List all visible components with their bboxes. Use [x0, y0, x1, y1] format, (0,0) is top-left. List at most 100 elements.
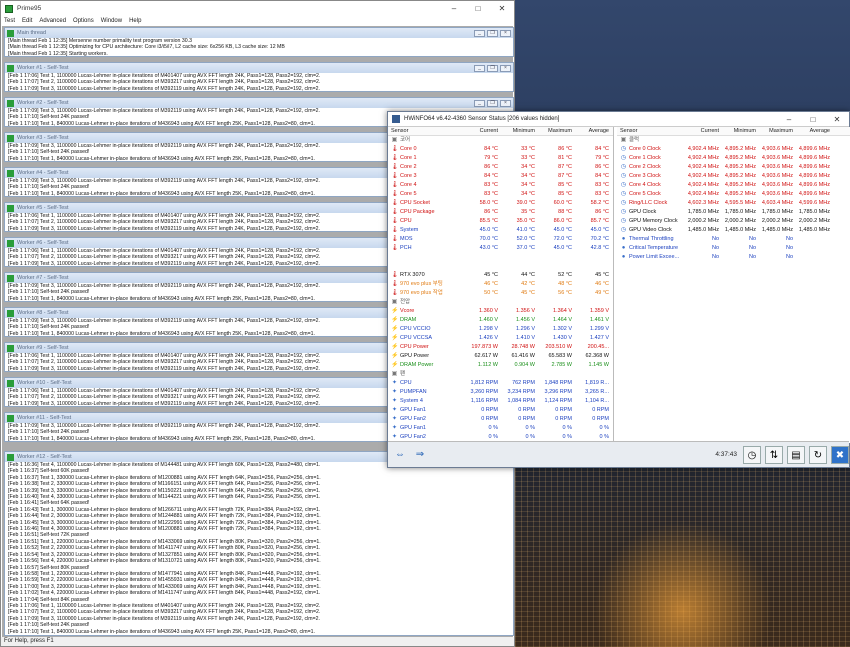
sensor-row[interactable]: 🌡 CPU Socket 58.0 °C 39.0 °C 60.0 °C 58.2 °C — [388, 199, 613, 208]
clock-icon[interactable]: ◷ — [743, 445, 761, 464]
sensor-row[interactable]: 🌡 970 evo plus 부팅 46 °C 42 °C 48 °C 46 °C — [388, 280, 613, 289]
minimize-button[interactable]: – — [442, 1, 466, 16]
close-button[interactable]: × — [500, 64, 511, 72]
menu-test[interactable]: Test — [4, 18, 15, 24]
sensor-row[interactable]: ⚡ DRAM 1.460 V 1.456 V 1.464 V 1.461 V — [388, 316, 613, 325]
worker-titlebar[interactable]: Worker #1 - Self-Test _ ❐ × — [5, 63, 513, 73]
sensor-group-row[interactable]: ▣ 클럭 — [617, 136, 850, 145]
scroll-right-double-arrow-icon[interactable]: ⇒ — [412, 449, 428, 461]
sensor-row[interactable]: 🌡 CPU Package 86 °C 35 °C 88 °C 86 °C — [388, 208, 613, 217]
sensor-row[interactable]: ◷ Core 1 Clock 4,902.4 MHz 4,895.2 MHz 4,903… — [617, 154, 850, 163]
sensor-row[interactable]: 🌡 Core 2 86 °C 34 °C 87 °C 86 °C — [388, 163, 613, 172]
restore-button[interactable]: ❐ — [487, 99, 498, 107]
sensor-row[interactable]: ⚡ CPU Power 197.873 W 28.748 W 203.510 W 200.… — [388, 343, 613, 352]
minimize-button[interactable]: _ — [474, 99, 485, 107]
hwinfo-close-button[interactable]: ✕ — [825, 112, 849, 127]
close-sensors-icon[interactable]: ✖ — [831, 445, 849, 464]
worker-titlebar[interactable]: Worker #2 - Self-Test _ ❐ × — [5, 98, 513, 108]
sensor-row[interactable]: 🌡 System 45.0 °C 41.0 °C 45.0 °C 45.0 °C — [388, 226, 613, 235]
sensor-row[interactable]: 🌡 970 evo plus 작업 50 °C 45 °C 56 °C 49 °C — [388, 289, 613, 298]
menu-options[interactable]: Options — [73, 18, 94, 24]
sensor-row[interactable]: ⚡ DRAM Power 1.112 W 0.904 W 2.785 W 1.145 W — [388, 361, 613, 370]
minimum-value: 33 °C — [521, 146, 535, 152]
hwinfo-minimize-button[interactable]: – — [777, 112, 801, 127]
sensor-row[interactable]: 🌡 Core 4 83 °C 34 °C 85 °C 83 °C — [388, 181, 613, 190]
sensor-row[interactable]: ⚡ Vcore 1.360 V 1.356 V 1.364 V 1.359 V — [388, 307, 613, 316]
maximize-button[interactable]: □ — [466, 1, 490, 16]
maximum-value: 56 °C — [558, 290, 572, 296]
sensor-row[interactable]: 🌡 Core 5 83 °C 34 °C 85 °C 83 °C — [388, 190, 613, 199]
sensor-row[interactable]: 🌡 RTX 3070 45 °C 44 °C 52 °C 45 °C — [388, 271, 613, 280]
sensor-label: GPU Fan1 — [400, 425, 426, 431]
sensor-row[interactable]: ◷ GPU Clock 1,785.0 MHz 1,785.0 MHz 1,785.0 … — [617, 208, 850, 217]
col-average[interactable]: Average — [796, 127, 833, 135]
close-button[interactable]: ✕ — [490, 1, 514, 16]
sensor-row[interactable]: ● Thermal Throttling No No No — [617, 235, 850, 244]
worker-window: Main thread _ ❐ × [Main thread Feb 1 12:35] … — [4, 27, 514, 57]
maximum-value: 86 °C — [558, 146, 572, 152]
menu-edit[interactable]: Edit — [22, 18, 32, 24]
sensor-row[interactable]: ◷ Core 0 Clock 4,902.4 MHz 4,895.2 MHz 4,903… — [617, 145, 850, 154]
sensor-row[interactable]: ✦ GPU Fan2 0 RPM 0 RPM 0 RPM 0 RPM — [388, 415, 613, 424]
col-sensor[interactable]: Sensor — [388, 127, 464, 135]
sensor-row[interactable]: 🌡 PCH 43.0 °C 37.0 °C 45.0 °C 42.8 °C — [388, 244, 613, 253]
sensor-row[interactable]: 🌡 CPU 85.5 °C 35.0 °C 86.0 °C 85.7 °C — [388, 217, 613, 226]
sensor-row[interactable]: ⚡ CPU VCCIO 1.298 V 1.296 V 1.302 V 1.299 V — [388, 325, 613, 334]
sensor-row[interactable]: ⚡ GPU Power 62.617 W 61.416 W 65.583 W 62.368… — [388, 352, 613, 361]
sensor-row[interactable]: 🌡 MOS 70.0 °C 52.0 °C 72.0 °C 70.2 °C — [388, 235, 613, 244]
report-icon[interactable]: ▤ — [787, 445, 805, 464]
restore-button[interactable]: ❐ — [487, 64, 498, 72]
close-button[interactable]: × — [500, 99, 511, 107]
col-minimum[interactable]: Minimum — [722, 127, 759, 135]
hwinfo-titlebar[interactable]: HWiNFO64 v6.42-4360 Sensor Status [206 v… — [388, 112, 849, 127]
sensor-row[interactable]: ◷ GPU Video Clock 1,485.0 MHz 1,485.0 MHz 1,… — [617, 226, 850, 235]
sensor-row[interactable] — [388, 262, 613, 271]
sensor-group-row[interactable]: ▣ 코어 — [388, 136, 613, 145]
prime95-titlebar[interactable]: Prime95 – □ ✕ — [1, 1, 514, 16]
sensor-row[interactable] — [388, 253, 613, 262]
worker-titlebar[interactable]: Main thread _ ❐ × — [5, 28, 513, 38]
col-current[interactable]: Current — [685, 127, 722, 135]
sensor-row[interactable]: ◷ Core 3 Clock 4,902.4 MHz 4,895.2 MHz 4,903… — [617, 172, 850, 181]
col-maximum[interactable]: Maximum — [759, 127, 796, 135]
minimize-button[interactable]: _ — [474, 29, 485, 37]
scroll-left-double-arrow-icon[interactable]: ⇔ — [392, 449, 408, 461]
sensor-row[interactable]: 🌡 Core 0 84 °C 33 °C 86 °C 84 °C — [388, 145, 613, 154]
sensor-row[interactable]: ✦ GPU Fan1 0 % 0 % 0 % 0 % — [388, 424, 613, 433]
sensor-row[interactable]: 🌡 Core 1 79 °C 33 °C 81 °C 79 °C — [388, 154, 613, 163]
minimize-button[interactable]: _ — [474, 64, 485, 72]
sensor-row[interactable]: ◷ Ring/LLC Clock 4,602.3 MHz 4,595.5 MHz 4,6… — [617, 199, 850, 208]
maximum-value: 1.302 V — [553, 326, 572, 332]
col-minimum[interactable]: Minimum — [501, 127, 538, 135]
sensor-row[interactable]: ✦ System 4 1,116 RPM 1,084 RPM 1,124 RPM 1,10… — [388, 397, 613, 406]
sensor-row[interactable]: ✦ GPU Fan1 0 RPM 0 RPM 0 RPM 0 RPM — [388, 406, 613, 415]
sensor-row[interactable]: ◷ Core 5 Clock 4,902.4 MHz 4,895.2 MHz 4,903… — [617, 190, 850, 199]
sensor-row[interactable]: ◷ GPU Memory Clock 2,000.2 MHz 2,000.2 MHz 2… — [617, 217, 850, 226]
restore-button[interactable]: ❐ — [487, 29, 498, 37]
sensor-group-row[interactable]: ▣ 전압 — [388, 298, 613, 307]
sensor-row[interactable]: ● Critical Temperature No No No — [617, 244, 850, 253]
reset-icon[interactable]: ↻ — [809, 445, 827, 464]
sensor-group-row[interactable]: ▣ 팬 — [388, 370, 613, 379]
hwinfo-maximize-button[interactable]: □ — [801, 112, 825, 127]
menu-help[interactable]: Help — [129, 18, 141, 24]
menu-window[interactable]: Window — [101, 18, 122, 24]
sensor-row[interactable]: ◷ Core 2 Clock 4,902.4 MHz 4,895.2 MHz 4,903… — [617, 163, 850, 172]
worker-icon — [7, 134, 14, 142]
sensor-label: Ring/LLC Clock — [629, 200, 668, 206]
col-sensor[interactable]: Sensor — [617, 127, 685, 135]
sensor-pane-right[interactable]: Sensor Current Minimum Maximum Average ▣… — [617, 127, 850, 443]
col-average[interactable]: Average — [575, 127, 612, 135]
col-current[interactable]: Current — [464, 127, 501, 135]
sensor-row[interactable]: ✦ PUMPFAN 3,260 RPM 3,234 RPM 3,296 RPM 3,265… — [388, 388, 613, 397]
sensor-row[interactable]: ⚡ CPU VCCSA 1.426 V 1.410 V 1.430 V 1.427 V — [388, 334, 613, 343]
sensor-pane-left[interactable]: Sensor Current Minimum Maximum Average ▣… — [388, 127, 614, 443]
network-icon[interactable]: ⇅ — [765, 445, 783, 464]
sensor-row[interactable]: ● Power Limit Excee... No No No — [617, 253, 850, 262]
sensor-row[interactable]: 🌡 Core 3 84 °C 34 °C 87 °C 84 °C — [388, 172, 613, 181]
col-maximum[interactable]: Maximum — [538, 127, 575, 135]
sensor-row[interactable]: ✦ CPU 1,812 RPM 762 RPM 1,848 RPM 1,819 R... — [388, 379, 613, 388]
menu-advanced[interactable]: Advanced — [39, 18, 66, 24]
close-button[interactable]: × — [500, 29, 511, 37]
sensor-row[interactable]: ◷ Core 4 Clock 4,902.4 MHz 4,895.2 MHz 4,903… — [617, 181, 850, 190]
